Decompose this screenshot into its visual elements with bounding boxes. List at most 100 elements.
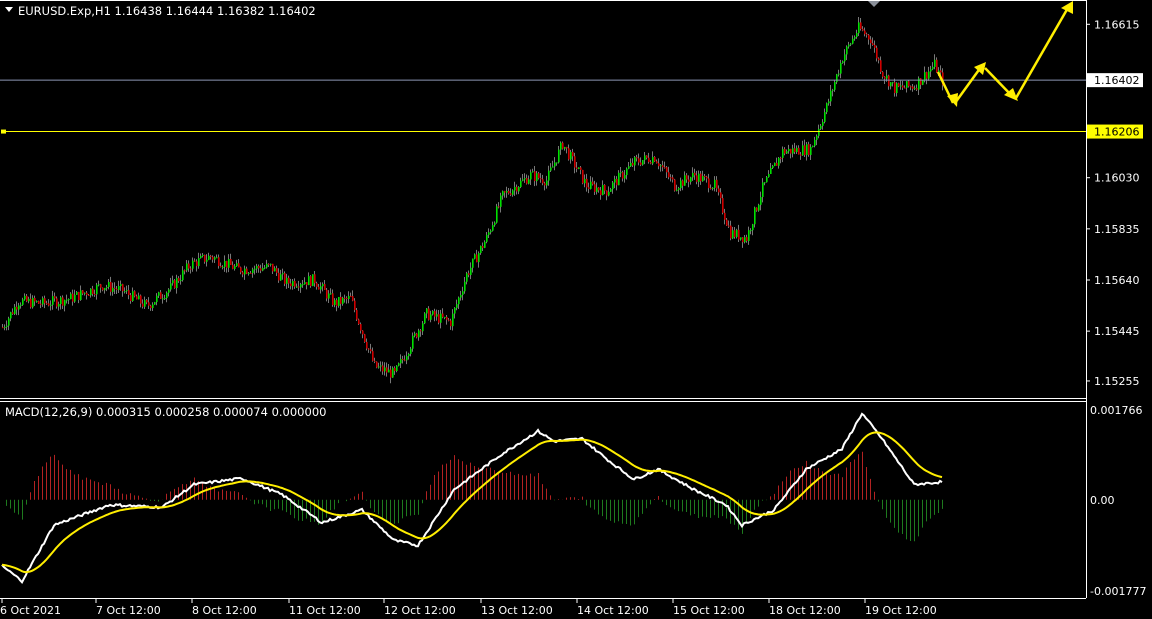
candle-bear xyxy=(940,70,942,73)
time-tick-label: 18 Oct 12:00 xyxy=(769,604,841,617)
candle-bull xyxy=(104,288,106,291)
candle-bull xyxy=(312,274,314,287)
candle-bear xyxy=(220,266,222,268)
candle-bear xyxy=(476,254,478,263)
candle-bear xyxy=(128,290,130,296)
candle-bull xyxy=(22,299,24,305)
candle-bear xyxy=(102,287,104,291)
candle-bear xyxy=(894,82,896,94)
candle-bear xyxy=(544,183,546,186)
shift-marker-icon[interactable] xyxy=(868,1,880,7)
level-line-handle[interactable] xyxy=(1,129,6,134)
candle-bull xyxy=(124,291,126,293)
candle-bull xyxy=(514,186,516,191)
candle-bull xyxy=(778,157,780,166)
candle-bull xyxy=(768,174,770,178)
candle-bull xyxy=(732,230,734,239)
svg-text:1.16402: 1.16402 xyxy=(1094,74,1140,87)
candle-bull xyxy=(764,182,766,184)
candle-bear xyxy=(572,151,574,157)
candle-bull xyxy=(20,304,22,306)
menu-triangle-icon[interactable] xyxy=(5,7,13,12)
candle-bear xyxy=(880,60,882,72)
candle-bull xyxy=(748,230,750,242)
candle-bull xyxy=(532,171,534,173)
candle-bear xyxy=(658,163,660,167)
candle-bear xyxy=(134,291,136,297)
candle-bull xyxy=(770,167,772,175)
candle-bull xyxy=(224,260,226,267)
candle-bull xyxy=(754,207,756,225)
candle-bear xyxy=(710,188,712,190)
candle-bull xyxy=(456,304,458,308)
chart-canvas[interactable]: EURUSD.Exp,H1 1.16438 1.16444 1.16382 1.… xyxy=(0,0,1152,619)
candle-bull xyxy=(766,177,768,183)
candle-bear xyxy=(904,87,906,89)
candle-bear xyxy=(936,59,938,73)
candle-bull xyxy=(464,281,466,292)
candle-bull xyxy=(932,66,934,70)
candle-bull xyxy=(192,260,194,269)
candle-bull xyxy=(74,294,76,302)
candle-bull xyxy=(838,73,840,75)
candle-bull xyxy=(892,82,894,84)
candle-bear xyxy=(136,296,138,300)
candle-bull xyxy=(488,232,490,235)
candle-bear xyxy=(866,34,868,36)
candle-bull xyxy=(570,151,572,160)
candle-bull xyxy=(820,125,822,129)
candle-bull xyxy=(924,72,926,81)
candle-bear xyxy=(876,47,878,59)
candle-bear xyxy=(888,75,890,87)
candle-bull xyxy=(886,75,888,79)
candle-bull xyxy=(60,297,62,304)
candle-bear xyxy=(862,28,864,31)
candle-bear xyxy=(88,294,90,296)
candle-bull xyxy=(170,283,172,290)
macd-axis-top: 0.001766 xyxy=(1090,404,1143,417)
candle-bear xyxy=(526,178,528,184)
candle-bear xyxy=(734,230,736,237)
candle-bear xyxy=(860,22,862,29)
candle-bear xyxy=(232,264,234,269)
candle-bull xyxy=(322,284,324,287)
candle-bear xyxy=(48,303,50,306)
candle-bear xyxy=(130,295,132,302)
candle-bear xyxy=(808,144,810,155)
candle-bull xyxy=(64,300,66,306)
candle-bear xyxy=(354,300,356,311)
candle-bear xyxy=(508,190,510,194)
candle-bear xyxy=(898,83,900,87)
candle-bull xyxy=(262,267,264,271)
candle-bear xyxy=(622,172,624,179)
candle-bull xyxy=(138,295,140,300)
candle-bull xyxy=(216,257,218,259)
candle-bear xyxy=(654,156,656,162)
candle-bull xyxy=(168,289,170,293)
candle-bull xyxy=(236,263,238,267)
price-tick-label: 1.15255 xyxy=(1094,375,1140,388)
candle-bear xyxy=(44,298,46,304)
candle-bear xyxy=(912,86,914,89)
candle-bear xyxy=(310,276,312,287)
candle-bull xyxy=(286,277,288,284)
candle-bull xyxy=(214,257,216,260)
candle-bull xyxy=(384,367,386,372)
candle-bear xyxy=(884,76,886,79)
candle-bear xyxy=(372,351,374,361)
candle-bull xyxy=(176,278,178,289)
candle-bear xyxy=(510,193,512,195)
candle-bull xyxy=(222,266,224,268)
macd-axis-zero: 0.00 xyxy=(1090,494,1115,507)
candle-bear xyxy=(598,187,600,191)
candle-bull xyxy=(590,181,592,189)
candle-bear xyxy=(780,157,782,159)
forecast-arrows[interactable] xyxy=(936,1,1073,107)
candle-bear xyxy=(870,39,872,44)
candle-bear xyxy=(2,327,4,329)
candle-bear xyxy=(362,330,364,335)
candle-bull xyxy=(70,293,72,300)
candle-bull xyxy=(388,369,390,373)
candle-bear xyxy=(250,272,252,274)
candle-bear xyxy=(592,181,594,185)
